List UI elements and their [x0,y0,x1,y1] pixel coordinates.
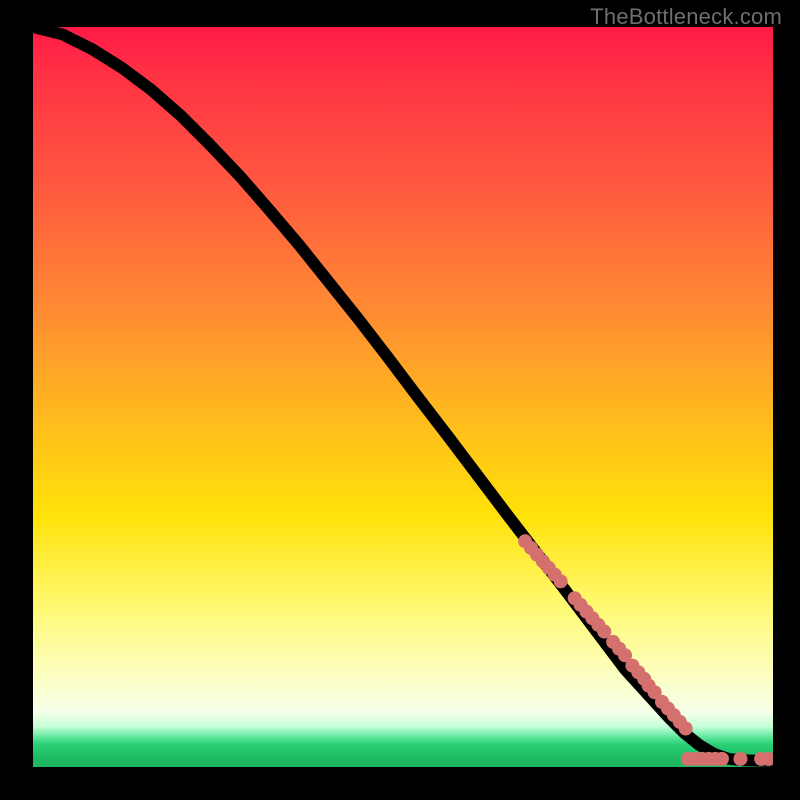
bottleneck-curve [33,27,773,761]
data-dot [679,721,693,735]
watermark-label: TheBottleneck.com [590,4,782,30]
plot-area [33,27,773,767]
data-dot [554,574,568,588]
chart-root: TheBottleneck.com [0,0,800,800]
chart-overlay [33,27,773,767]
data-dots-group [518,534,773,766]
data-dot [715,752,729,766]
data-dot [733,752,747,766]
